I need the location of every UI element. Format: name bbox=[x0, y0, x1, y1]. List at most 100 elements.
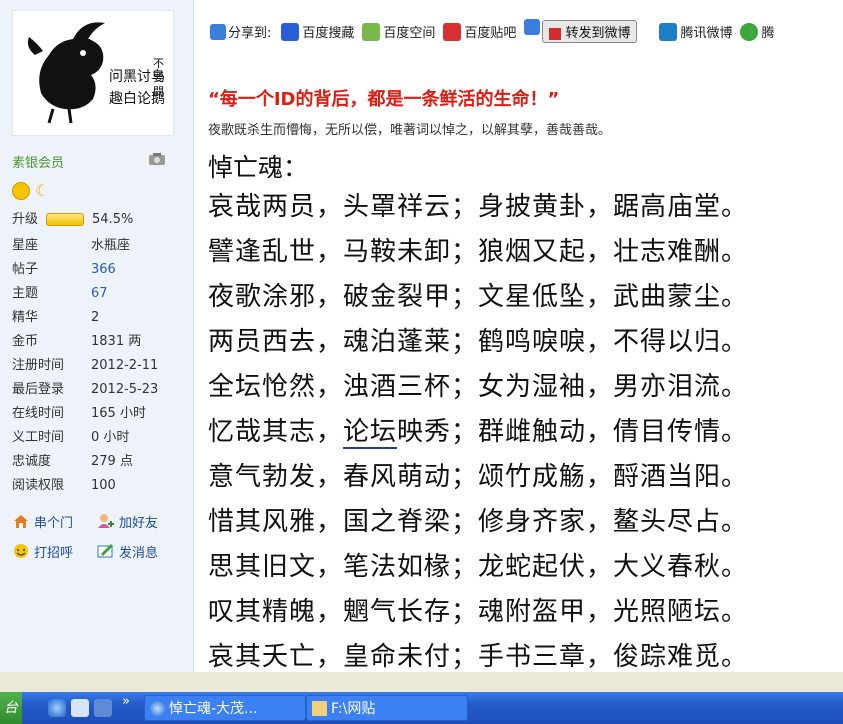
stat-label: 星座 bbox=[12, 238, 39, 253]
upgrade-progress: 升级 54.5% bbox=[12, 208, 133, 227]
stat-value: 2012-5-23 bbox=[91, 382, 159, 397]
tencent-weibo-icon bbox=[659, 22, 678, 41]
stat-value: 水瓶座 bbox=[91, 238, 131, 253]
share-bar: 分享到: 百度搜藏 百度空间 百度贴吧 转发到微博 腾讯微博 腾 bbox=[210, 18, 782, 43]
message-icon bbox=[97, 543, 115, 559]
post-content: 分享到: 百度搜藏 百度空间 百度贴吧 转发到微博 腾讯微博 腾 “每一个ID的… bbox=[194, 0, 843, 672]
poem-line: 惜其风雅，国之脊梁；修身齐家，鳌头尽占。 bbox=[208, 507, 749, 537]
quicklaunch-chevron[interactable]: » bbox=[122, 694, 130, 709]
poem-line: 意气勃发，春风萌动；颂竹成觞，酹酒当阳。 bbox=[208, 462, 749, 492]
stat-value[interactable]: 366 bbox=[91, 258, 116, 282]
share-baidu-favorites[interactable]: 百度搜藏 bbox=[281, 22, 354, 41]
poem-line: 哀哉两员，头罩祥云；身披黄卦，踞高庙堂。 bbox=[208, 192, 749, 222]
folder-icon bbox=[312, 701, 327, 716]
forum-link[interactable]: 论坛 bbox=[343, 417, 398, 449]
share-more[interactable]: 腾 bbox=[740, 22, 774, 41]
stat-row: 主题 67 bbox=[12, 282, 158, 306]
stat-row: 阅读权限 100 bbox=[12, 474, 158, 498]
stat-label: 金币 bbox=[12, 334, 39, 349]
svg-text:不: 不 bbox=[153, 57, 164, 70]
stat-label: 帖子 bbox=[12, 262, 39, 277]
moon-icon: ☾ bbox=[35, 181, 50, 200]
author-sidebar: 问黑讨乌 趣白论鹅 不 要 問 素银会员 ☾ 升级 54.5% 星座 水瓶座帖子 36… bbox=[0, 0, 194, 672]
poem-line: 哀其夭亡，皇命未付；手书三章，俊踪难觅。 bbox=[208, 642, 749, 672]
stat-value: 2 bbox=[91, 310, 100, 325]
member-rank: 素银会员 bbox=[12, 156, 65, 171]
horizontal-scrollbar[interactable] bbox=[0, 672, 843, 692]
forward-weibo-button[interactable]: 转发到微博 bbox=[542, 20, 638, 43]
stat-label: 主题 bbox=[12, 286, 39, 301]
svg-text:要: 要 bbox=[153, 71, 164, 84]
stat-value: 279 点 bbox=[91, 454, 133, 469]
stat-label: 注册时间 bbox=[12, 358, 65, 373]
mood-icons: ☾ bbox=[12, 180, 49, 200]
weibo-icon bbox=[549, 27, 562, 40]
stat-value: 100 bbox=[91, 478, 116, 493]
poem-line: 叹其精魄，魍气长存；魂附盔甲，光照陋坛。 bbox=[208, 597, 749, 627]
stat-label: 忠诚度 bbox=[12, 454, 52, 469]
stat-row: 星座 水瓶座 bbox=[12, 234, 158, 258]
stat-value: 2012-2-11 bbox=[91, 358, 159, 373]
baidu-tieba-icon bbox=[443, 22, 462, 41]
poem-line: 譬逢乱世，马鞍未卸；狼烟又起，壮志难酬。 bbox=[208, 237, 749, 267]
home-icon bbox=[12, 513, 30, 529]
poem-line: 思其旧文，笔法如椽；龙蛇起伏，大义春秋。 bbox=[208, 552, 749, 582]
greet-icon bbox=[12, 543, 30, 559]
stat-value: 0 小时 bbox=[91, 430, 130, 445]
poem-title: 悼亡魂： bbox=[208, 153, 309, 182]
ie-icon bbox=[150, 701, 165, 716]
stat-row: 帖子 366 bbox=[12, 258, 158, 282]
stat-row: 义工时间 0 小时 bbox=[12, 426, 158, 450]
user-stats: 星座 水瓶座帖子 366 主题 67 精华 2 金币 1831 两注册时间 2012-2-11 最后… bbox=[12, 234, 158, 498]
stat-label: 在线时间 bbox=[12, 406, 65, 421]
media-quicklaunch-icon[interactable] bbox=[94, 699, 112, 717]
desktop-quicklaunch-icon[interactable] bbox=[71, 699, 89, 717]
avatar[interactable]: 问黑讨乌 趣白论鹅 不 要 問 bbox=[12, 10, 174, 136]
stat-label: 精华 bbox=[12, 310, 39, 325]
stat-label: 义工时间 bbox=[12, 430, 65, 445]
stat-row: 精华 2 bbox=[12, 306, 158, 330]
visit-button[interactable]: 串个门 bbox=[12, 512, 97, 531]
stat-label: 阅读权限 bbox=[12, 478, 65, 493]
avatar-image: 问黑讨乌 趣白论鹅 不 要 問 bbox=[13, 11, 173, 135]
baidu-paw-icon bbox=[281, 22, 300, 41]
add-friend-icon bbox=[97, 513, 115, 529]
greet-button[interactable]: 打招呼 bbox=[12, 542, 97, 561]
stat-row: 在线时间 165 小时 bbox=[12, 402, 158, 426]
upgrade-percent: 54.5% bbox=[92, 212, 134, 227]
poem-line: 两员西去，魂泊蓬莱；鹤鸣唳唳，不得以归。 bbox=[208, 327, 749, 357]
share-label: 分享到: bbox=[228, 26, 272, 41]
svg-text:問: 問 bbox=[153, 85, 164, 98]
poem-line: 全坛怆然，浊酒三杯；女为湿袖，男亦泪流。 bbox=[208, 372, 749, 402]
ie-quicklaunch-icon[interactable] bbox=[48, 699, 66, 717]
post-quote: “每一个ID的背后，都是一条鲜活的生命！” bbox=[208, 89, 560, 110]
stat-label: 最后登录 bbox=[12, 382, 65, 397]
upgrade-label: 升级 bbox=[12, 212, 39, 227]
stat-value[interactable]: 67 bbox=[91, 282, 108, 306]
share-icon bbox=[210, 23, 226, 40]
baidu-space-icon bbox=[362, 22, 381, 41]
clover-icon bbox=[740, 22, 759, 41]
stat-row: 忠诚度 279 点 bbox=[12, 450, 158, 474]
share-plus-icon bbox=[524, 18, 541, 35]
poem-body: 哀哉两员，头罩祥云；身披黄卦，踞高庙堂。 譬逢乱世，马鞍未卸；狼烟又起，壮志难酬… bbox=[208, 190, 748, 672]
upgrade-bar bbox=[46, 213, 85, 226]
start-button[interactable]: 台 bbox=[0, 692, 22, 724]
stat-row: 最后登录 2012-5-23 bbox=[12, 378, 158, 402]
smiley-icon bbox=[12, 181, 30, 200]
rank-icon bbox=[149, 153, 165, 165]
add-friend-button[interactable]: 加好友 bbox=[97, 512, 182, 531]
stat-value: 1831 两 bbox=[91, 334, 142, 349]
poem-line: 忆哉其志，论坛映秀；群雌触动，倩目传情。 bbox=[208, 417, 749, 449]
stat-value: 165 小时 bbox=[91, 406, 146, 421]
taskbar-item-browser[interactable]: 悼亡魂-大茂... bbox=[144, 695, 306, 721]
post-subtitle: 夜歌既杀生而懵悔，无所以偿，唯著词以悼之，以解其孽，善哉善哉。 bbox=[208, 123, 612, 138]
stat-row: 金币 1831 两 bbox=[12, 330, 158, 354]
poem-line: 夜歌涂邪，破金裂甲；文星低坠，武曲蒙尘。 bbox=[208, 282, 749, 312]
taskbar-item-folder[interactable]: F:\网贴 bbox=[306, 695, 468, 721]
share-tencent-weibo[interactable]: 腾讯微博 bbox=[659, 22, 732, 41]
share-baidu-space[interactable]: 百度空间 bbox=[362, 22, 435, 41]
share-baidu-tieba[interactable]: 百度贴吧 bbox=[443, 22, 516, 41]
send-message-button[interactable]: 发消息 bbox=[97, 542, 182, 561]
taskbar: 台 » 悼亡魂-大茂... F:\网贴 bbox=[0, 692, 843, 724]
